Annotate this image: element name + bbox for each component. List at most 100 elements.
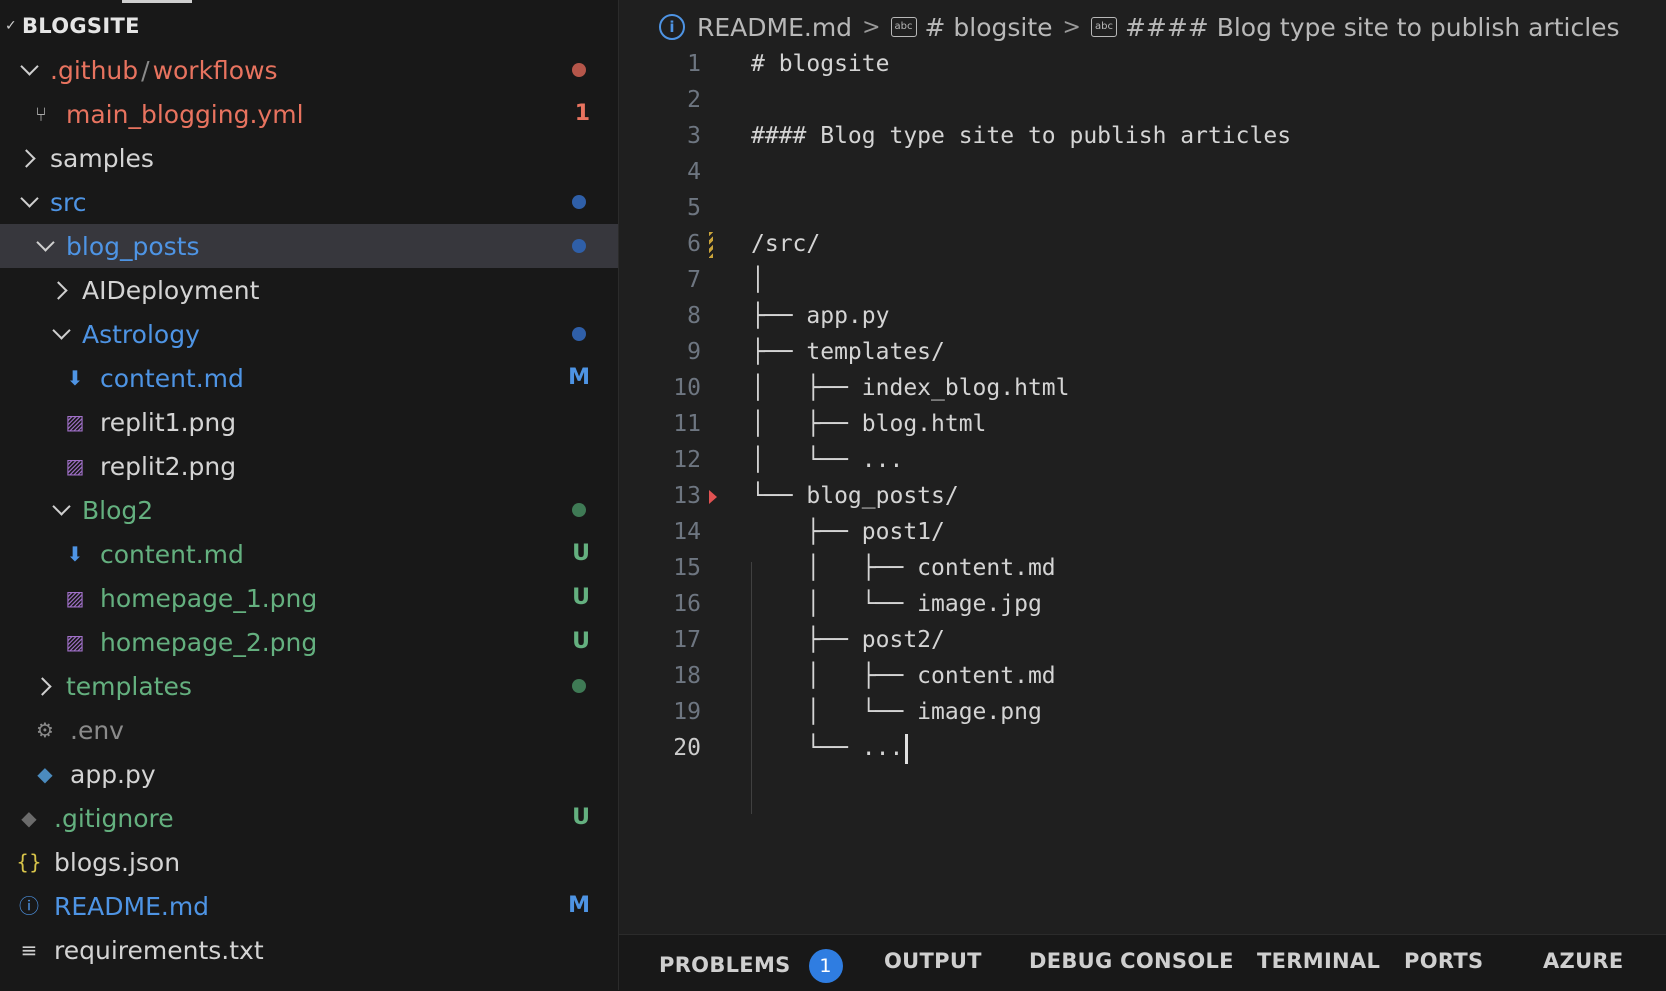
explorer-section-header[interactable]: ✓ BLOGSITE — [0, 10, 140, 42]
git-status-dot — [572, 679, 586, 693]
tree-file-astrology-content-md[interactable]: ⬇ content.md M — [0, 356, 618, 400]
markdown-icon: ⬇ — [66, 366, 84, 390]
breadcrumb: i README.md > abc # blogsite > abc #### … — [659, 8, 1620, 46]
line-number: 15 — [673, 555, 701, 581]
code-text: #### Blog type site to publish articles — [751, 123, 1292, 149]
abc-heading-icon: abc — [1090, 17, 1117, 37]
tree-folder-astrology[interactable]: Astrology — [0, 312, 618, 356]
code-line: 11 │ ├── blog.html — [619, 406, 1666, 442]
chevron-down-icon — [20, 192, 40, 212]
line-number: 9 — [687, 339, 701, 365]
code-text: │ ├── index_blog.html — [751, 375, 1070, 401]
panel-tab-output[interactable]: OUTPUT — [884, 949, 982, 973]
line-number: 7 — [687, 267, 701, 293]
code-line: 17 ├── post2/ — [619, 622, 1666, 658]
git-status-dot — [572, 327, 586, 341]
tree-folder-src[interactable]: src — [0, 180, 618, 224]
panel-tab-problems[interactable]: PROBLEMS 1 — [659, 949, 843, 983]
tree-file-homepage-2-png[interactable]: ▨ homepage_2.png U — [0, 620, 618, 664]
panel-tab-azure[interactable]: AZURE — [1543, 949, 1624, 973]
tree-item-label: requirements.txt — [54, 935, 264, 965]
line-number: 2 — [687, 87, 701, 113]
code-line: 13 └── blog_posts/ — [619, 478, 1666, 514]
line-number: 6 — [687, 231, 701, 257]
code-text: │ └── ... — [751, 447, 904, 473]
tree-file-env[interactable]: ⚙ .env — [0, 708, 618, 752]
code-line: 9 ├── templates/ — [619, 334, 1666, 370]
code-text: │ ├── content.md — [751, 663, 1056, 689]
tree-file-replit1-png[interactable]: ▨ replit1.png — [0, 400, 618, 444]
git-status-badge: U — [572, 629, 590, 654]
code-line: 10 │ ├── index_blog.html — [619, 370, 1666, 406]
tree-folder-templates[interactable]: templates — [0, 664, 618, 708]
tree-folder-samples[interactable]: samples — [0, 136, 618, 180]
code-line: 6/src/ — [619, 226, 1666, 262]
code-line: 14 ├── post1/ — [619, 514, 1666, 550]
tree-item-label: homepage_1.png — [100, 583, 318, 613]
tree-folder-blog2[interactable]: Blog2 — [0, 488, 618, 532]
git-status-badge: 1 — [574, 101, 590, 126]
breadcrumb-heading-4[interactable]: #### Blog type site to publish articles — [1125, 13, 1620, 42]
line-number: 5 — [687, 195, 701, 221]
panel-tab-bar: PROBLEMS 1 OUTPUT DEBUG CONSOLE TERMINAL PORT… — [619, 934, 1666, 991]
image-icon: ▨ — [65, 586, 85, 610]
git-status-dot — [572, 239, 586, 253]
code-text: /src/ — [751, 231, 821, 257]
code-line: 18 │ ├── content.md — [619, 658, 1666, 694]
tree-folder-aideployment[interactable]: AIDeployment — [0, 268, 618, 312]
code-text: ├── post2/ — [751, 627, 945, 653]
tree-file-blogs-json[interactable]: {} blogs.json — [0, 840, 618, 884]
gutter-modified-marker — [709, 232, 713, 258]
tree-file-readme-md[interactable]: ⓘ README.md M — [0, 884, 618, 928]
code-line: 3 #### Blog type site to publish articles — [619, 118, 1666, 154]
git-status-badge: U — [572, 585, 590, 610]
panel-tab-label: DEBUG CONSOLE — [1029, 949, 1234, 973]
tree-file-gitignore[interactable]: ◆ .gitignore U — [0, 796, 618, 840]
line-number: 4 — [687, 159, 701, 185]
tree-file-homepage-1-png[interactable]: ▨ homepage_1.png U — [0, 576, 618, 620]
tree-file-main-blogging-yml[interactable]: ⑂ main_blogging.yml 1 — [0, 92, 618, 136]
tree-file-blog2-content-md[interactable]: ⬇ content.md U — [0, 532, 618, 576]
code-line: 2 — [619, 82, 1666, 118]
git-status-dot — [572, 195, 586, 209]
code-line: 7 │ — [619, 262, 1666, 298]
tree-item-label: README.md — [54, 891, 210, 921]
tree-file-replit2-png[interactable]: ▨ replit2.png — [0, 444, 618, 488]
tree-item-label: templates — [66, 671, 192, 701]
line-number: 17 — [673, 627, 701, 653]
panel-tab-ports[interactable]: PORTS — [1404, 949, 1483, 973]
code-text: ├── templates/ — [751, 339, 945, 365]
panel-tab-debug-console[interactable]: DEBUG CONSOLE — [1029, 949, 1234, 973]
code-editor[interactable]: 1 # blogsite 2 3 #### Blog type site to publ… — [619, 46, 1666, 814]
tree-item-label: homepage_2.png — [100, 627, 318, 657]
chevron-down-icon — [36, 236, 56, 256]
line-number: 14 — [673, 519, 701, 545]
tree-folder-github-workflows[interactable]: .github / workflows — [0, 48, 618, 92]
workflow-icon: ⑂ — [35, 102, 47, 126]
panel-tab-label: AZURE — [1543, 949, 1624, 973]
line-number: 11 — [673, 411, 701, 437]
tree-folder-blog-posts[interactable]: blog_posts — [0, 224, 618, 268]
editor-area: i README.md > abc # blogsite > abc #### … — [619, 0, 1666, 991]
code-text: │ ├── blog.html — [751, 411, 987, 437]
panel-tab-label: TERMINAL — [1257, 949, 1381, 973]
json-icon: {} — [16, 850, 42, 874]
tree-item-label: content.md — [100, 539, 244, 569]
breadcrumb-file[interactable]: README.md — [697, 13, 852, 42]
panel-tab-label: OUTPUT — [884, 949, 982, 973]
breadcrumb-heading-1[interactable]: # blogsite — [925, 13, 1053, 42]
tree-item-label: replit1.png — [100, 407, 237, 437]
code-line: 12 │ └── ... — [619, 442, 1666, 478]
line-number: 1 — [687, 51, 701, 77]
tree-file-app-py[interactable]: ◆ app.py — [0, 752, 618, 796]
line-number: 3 — [687, 123, 701, 149]
panel-tab-terminal[interactable]: TERMINAL — [1257, 949, 1380, 973]
git-status-badge: M — [568, 365, 590, 390]
chevron-right-icon — [52, 280, 72, 300]
explorer-title: BLOGSITE — [22, 14, 140, 38]
line-number: 20 — [673, 735, 701, 761]
tree-item-label: .env — [70, 715, 124, 745]
git-icon: ◆ — [21, 806, 37, 830]
tree-file-requirements-txt[interactable]: ≡ requirements.txt — [0, 928, 618, 972]
active-tab-indicator — [122, 0, 192, 3]
